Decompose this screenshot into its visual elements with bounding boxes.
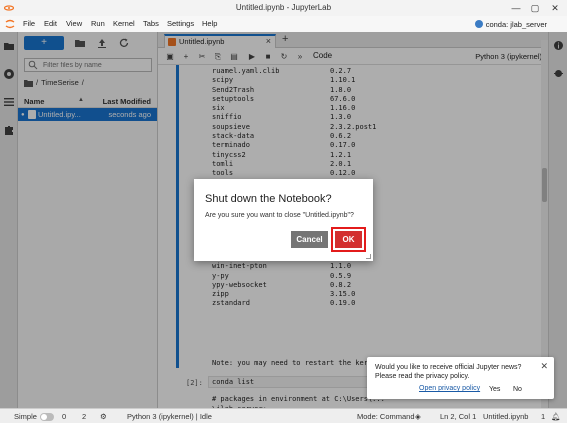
menu-help[interactable]: Help [202,19,217,28]
news-notification: Would you like to receive official Jupyt… [367,357,554,399]
menu-view[interactable]: View [66,19,82,28]
minimize-button[interactable]: — [509,1,523,15]
menu-edit[interactable]: Edit [44,19,57,28]
env-label: conda: jlab_server [485,19,547,29]
dialog-message: Are you sure you want to close "Untitled… [205,212,354,219]
menu-kernel[interactable]: Kernel [113,19,135,28]
kernels-count[interactable]: 2 [82,412,86,421]
notification-message: Would you like to receive official Jupyt… [375,364,522,380]
simple-mode-toggle[interactable] [40,413,54,421]
settings-gear-icon[interactable]: ⚙ [100,412,107,421]
yes-button[interactable]: Yes [489,383,501,395]
toggle-knob [41,414,47,420]
menu-tabs[interactable]: Tabs [143,19,159,28]
no-button[interactable]: No [513,383,522,395]
kernel-status[interactable]: Python 3 (ipykernel) | Idle [127,412,212,421]
menu-bar: File Edit View Run Kernel Tabs Settings … [0,16,567,32]
command-mode: Mode: Command [357,412,415,421]
close-window-button[interactable]: ✕ [548,1,562,15]
resize-grip-icon[interactable] [366,254,371,259]
cancel-button[interactable]: Cancel [291,231,328,248]
shutdown-dialog: Shut down the Notebook? Are you sure you… [194,179,373,261]
bell-icon[interactable]: 🔔︎ [551,412,561,421]
menu-file[interactable]: File [23,19,35,28]
menu-settings[interactable]: Settings [167,19,194,28]
privacy-policy-link[interactable]: Open privacy policy [419,385,480,392]
close-notification-icon[interactable]: ✕ [540,361,548,372]
window-title: Untitled.ipynb - JupyterLab [235,3,332,12]
simple-mode-label: Simple [14,412,37,421]
status-bar: Simple 0 2 ⚙ Python 3 (ipykernel) | Idle… [0,408,567,423]
title-bar: Untitled.ipynb - JupyterLab — ▢ ✕ [0,0,567,16]
maximize-button[interactable]: ▢ [528,1,542,15]
menu-run[interactable]: Run [91,19,105,28]
status-filename: Untitled.ipynb [483,412,529,421]
env-indicator[interactable]: conda: jlab_server [474,18,547,30]
kernel-status-icon [474,20,483,28]
shield-icon: ◈ [415,412,421,421]
ok-button[interactable]: OK [335,231,362,248]
dialog-title: Shut down the Notebook? [205,193,332,205]
notification-count[interactable]: 1 [541,412,545,421]
cursor-position[interactable]: Ln 2, Col 1 [440,412,476,421]
jupyter-menu-logo-icon [5,19,15,29]
terminals-count[interactable]: 0 [62,412,66,421]
